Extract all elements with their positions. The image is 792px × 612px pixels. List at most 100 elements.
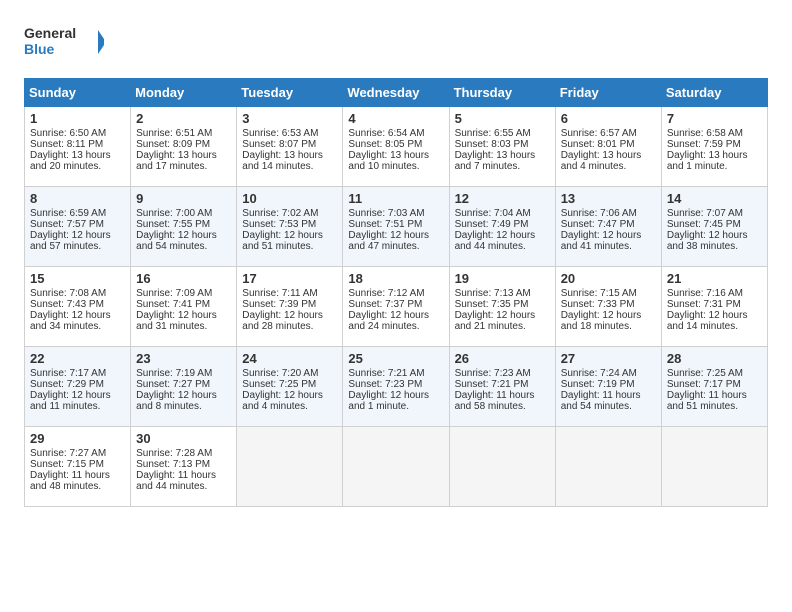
cell-line: Sunrise: 7:19 AM xyxy=(136,368,231,379)
cell-line: Sunrise: 6:59 AM xyxy=(30,208,125,219)
cell-line: Daylight: 12 hours xyxy=(667,310,762,321)
cell-line: Sunset: 7:57 PM xyxy=(30,219,125,230)
cell-line: and 44 minutes. xyxy=(136,481,231,492)
cell-line: and 21 minutes. xyxy=(455,321,550,332)
cell-line: Sunrise: 7:08 AM xyxy=(30,288,125,299)
cell-line: Daylight: 12 hours xyxy=(136,310,231,321)
cell-line: Sunrise: 7:15 AM xyxy=(561,288,656,299)
cell-line: Sunset: 7:37 PM xyxy=(348,299,443,310)
cell-line: Daylight: 12 hours xyxy=(136,230,231,241)
cell-line: Sunrise: 7:04 AM xyxy=(455,208,550,219)
day-number: 30 xyxy=(136,431,231,446)
calendar-cell: 24Sunrise: 7:20 AMSunset: 7:25 PMDayligh… xyxy=(237,347,343,427)
calendar-cell: 16Sunrise: 7:09 AMSunset: 7:41 PMDayligh… xyxy=(131,267,237,347)
cell-line: and 48 minutes. xyxy=(30,481,125,492)
cell-line: Daylight: 11 hours xyxy=(455,390,550,401)
col-header-monday: Monday xyxy=(131,79,237,107)
day-number: 4 xyxy=(348,111,443,126)
cell-line: and 24 minutes. xyxy=(348,321,443,332)
cell-line: Sunset: 7:33 PM xyxy=(561,299,656,310)
cell-line: Sunset: 7:21 PM xyxy=(455,379,550,390)
calendar-cell: 4Sunrise: 6:54 AMSunset: 8:05 PMDaylight… xyxy=(343,107,449,187)
cell-line: and 11 minutes. xyxy=(30,401,125,412)
cell-line: Sunset: 7:59 PM xyxy=(667,139,762,150)
col-header-thursday: Thursday xyxy=(449,79,555,107)
cell-line: Sunset: 7:55 PM xyxy=(136,219,231,230)
cell-line: and 54 minutes. xyxy=(561,401,656,412)
cell-line: Sunset: 7:39 PM xyxy=(242,299,337,310)
cell-line: Daylight: 12 hours xyxy=(561,230,656,241)
cell-line: Sunrise: 7:03 AM xyxy=(348,208,443,219)
calendar-body: 1Sunrise: 6:50 AMSunset: 8:11 PMDaylight… xyxy=(25,107,768,507)
cell-line: and 4 minutes. xyxy=(242,401,337,412)
cell-line: and 8 minutes. xyxy=(136,401,231,412)
cell-line: Sunrise: 7:25 AM xyxy=(667,368,762,379)
day-number: 20 xyxy=(561,271,656,286)
calendar-cell xyxy=(449,427,555,507)
cell-line: Daylight: 12 hours xyxy=(348,390,443,401)
day-number: 17 xyxy=(242,271,337,286)
cell-line: Daylight: 12 hours xyxy=(30,310,125,321)
cell-line: Sunrise: 7:00 AM xyxy=(136,208,231,219)
day-number: 8 xyxy=(30,191,125,206)
cell-line: and 7 minutes. xyxy=(455,161,550,172)
cell-line: and 10 minutes. xyxy=(348,161,443,172)
cell-line: Sunset: 8:05 PM xyxy=(348,139,443,150)
calendar-cell: 9 Sunrise: 7:00 AMSunset: 7:55 PMDaylight… xyxy=(131,187,237,267)
cell-line: Sunset: 8:01 PM xyxy=(561,139,656,150)
calendar-cell: 10Sunrise: 7:02 AMSunset: 7:53 PMDayligh… xyxy=(237,187,343,267)
calendar-cell: 3Sunrise: 6:53 AMSunset: 8:07 PMDaylight… xyxy=(237,107,343,187)
cell-line: Sunrise: 6:50 AM xyxy=(30,128,125,139)
svg-text:Blue: Blue xyxy=(24,41,55,57)
cell-line: Daylight: 12 hours xyxy=(561,310,656,321)
svg-text:General: General xyxy=(24,25,76,41)
cell-line: Daylight: 12 hours xyxy=(242,230,337,241)
cell-line: Sunrise: 7:13 AM xyxy=(455,288,550,299)
cell-line: and 38 minutes. xyxy=(667,241,762,252)
day-number: 3 xyxy=(242,111,337,126)
day-number: 29 xyxy=(30,431,125,446)
day-number: 16 xyxy=(136,271,231,286)
cell-line: Sunset: 7:27 PM xyxy=(136,379,231,390)
cell-line: Sunset: 8:07 PM xyxy=(242,139,337,150)
cell-line: Sunrise: 7:02 AM xyxy=(242,208,337,219)
cell-line: Sunset: 8:03 PM xyxy=(455,139,550,150)
calendar-cell: 12Sunrise: 7:04 AMSunset: 7:49 PMDayligh… xyxy=(449,187,555,267)
cell-line: Daylight: 11 hours xyxy=(561,390,656,401)
cell-line: Daylight: 13 hours xyxy=(136,150,231,161)
col-header-friday: Friday xyxy=(555,79,661,107)
cell-line: and 58 minutes. xyxy=(455,401,550,412)
day-number: 22 xyxy=(30,351,125,366)
cell-line: Sunset: 7:41 PM xyxy=(136,299,231,310)
calendar-cell: 19Sunrise: 7:13 AMSunset: 7:35 PMDayligh… xyxy=(449,267,555,347)
cell-line: and 17 minutes. xyxy=(136,161,231,172)
calendar-week-4: 22Sunrise: 7:17 AMSunset: 7:29 PMDayligh… xyxy=(25,347,768,427)
calendar-cell: 11Sunrise: 7:03 AMSunset: 7:51 PMDayligh… xyxy=(343,187,449,267)
day-number: 1 xyxy=(30,111,125,126)
calendar-cell: 2Sunrise: 6:51 AMSunset: 8:09 PMDaylight… xyxy=(131,107,237,187)
calendar-cell: 15Sunrise: 7:08 AMSunset: 7:43 PMDayligh… xyxy=(25,267,131,347)
day-number: 9 xyxy=(136,191,231,206)
cell-line: Sunset: 7:51 PM xyxy=(348,219,443,230)
cell-line: Sunrise: 7:12 AM xyxy=(348,288,443,299)
day-number: 26 xyxy=(455,351,550,366)
calendar-cell: 14Sunrise: 7:07 AMSunset: 7:45 PMDayligh… xyxy=(661,187,767,267)
calendar-cell: 29Sunrise: 7:27 AMSunset: 7:15 PMDayligh… xyxy=(25,427,131,507)
cell-line: Daylight: 12 hours xyxy=(30,390,125,401)
cell-line: Daylight: 11 hours xyxy=(30,470,125,481)
calendar-cell: 1Sunrise: 6:50 AMSunset: 8:11 PMDaylight… xyxy=(25,107,131,187)
calendar-cell: 8Sunrise: 6:59 AMSunset: 7:57 PMDaylight… xyxy=(25,187,131,267)
cell-line: Sunset: 7:13 PM xyxy=(136,459,231,470)
cell-line: Daylight: 13 hours xyxy=(561,150,656,161)
cell-line: Sunset: 7:31 PM xyxy=(667,299,762,310)
day-number: 10 xyxy=(242,191,337,206)
cell-line: Daylight: 13 hours xyxy=(242,150,337,161)
cell-line: Daylight: 13 hours xyxy=(455,150,550,161)
calendar-cell xyxy=(555,427,661,507)
calendar-table: SundayMondayTuesdayWednesdayThursdayFrid… xyxy=(24,78,768,507)
calendar-cell: 13Sunrise: 7:06 AMSunset: 7:47 PMDayligh… xyxy=(555,187,661,267)
day-number: 18 xyxy=(348,271,443,286)
cell-line: Sunset: 7:23 PM xyxy=(348,379,443,390)
calendar-cell xyxy=(237,427,343,507)
cell-line: Sunrise: 7:06 AM xyxy=(561,208,656,219)
